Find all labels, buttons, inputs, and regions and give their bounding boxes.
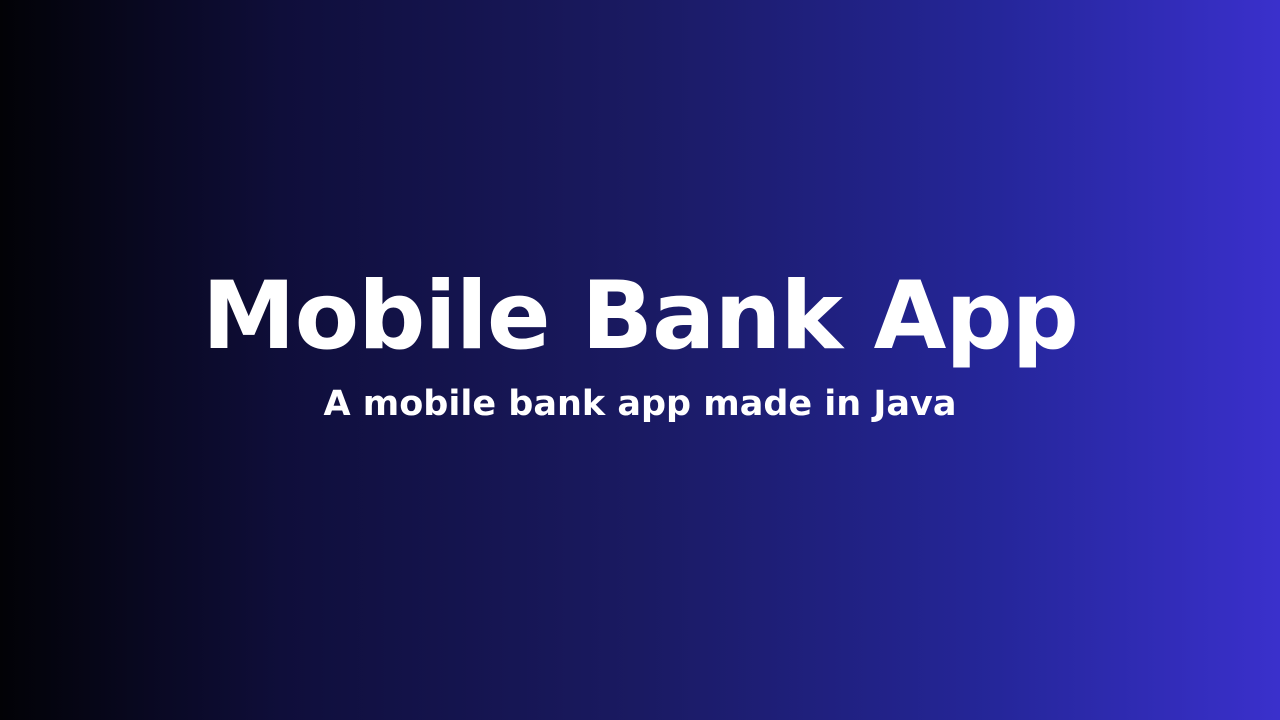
- page-subtitle: A mobile bank app made in Java: [323, 384, 957, 424]
- title-slide: Mobile Bank App A mobile bank app made i…: [0, 0, 1280, 720]
- page-title: Mobile Bank App: [202, 262, 1079, 371]
